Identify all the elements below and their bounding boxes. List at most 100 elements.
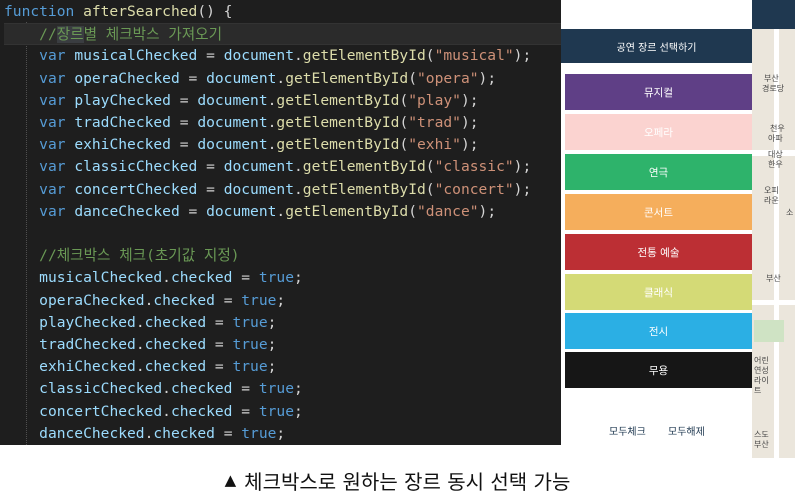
code-token: true (258, 380, 294, 398)
code-line[interactable]: var musicalChecked = document.getElement… (4, 45, 531, 67)
code-token: ( (425, 47, 435, 65)
code-line[interactable]: //장르별 체크박스 가져오기 (4, 23, 561, 46)
code-token: classicChecked (39, 380, 163, 398)
code-token: operaChecked (39, 291, 145, 309)
caption-text: 체크박스로 원하는 장르 동시 선택 가능 (244, 469, 571, 494)
code-token: = (232, 269, 259, 287)
code-token: getElementById (276, 136, 400, 154)
code-line[interactable]: classicChecked.checked = true; (4, 378, 303, 400)
code-token: ( (408, 202, 418, 220)
code-token: . (162, 402, 171, 420)
map-label: 라운 (764, 196, 779, 205)
code-token: tradChecked (74, 114, 171, 131)
code-token: . (293, 158, 303, 176)
code-token: ); (513, 47, 532, 65)
code-token: "play" (408, 91, 461, 109)
code-line[interactable]: concertChecked.checked = true; (4, 401, 303, 423)
genre-button[interactable]: 뮤지컬 (565, 74, 752, 110)
code-token: . (276, 202, 286, 220)
code-token: ; (276, 424, 286, 442)
code-line[interactable]: var classicChecked = document.getElement… (4, 156, 531, 178)
code-line[interactable]: operaChecked.checked = true; (4, 290, 285, 312)
caption: ▲ 체크박스로 원하는 장르 동시 선택 가능 (0, 460, 795, 500)
map-label: 한우 (768, 160, 783, 169)
code-editor[interactable]: function afterSearched() { //장르별 체크박스 가져… (0, 0, 561, 445)
code-token: = (232, 402, 259, 420)
map-label: 트 (754, 386, 762, 395)
code-line[interactable]: playChecked.checked = true; (4, 312, 276, 334)
check-all-button[interactable]: 모두체크 (609, 423, 646, 438)
code-token: getElementById (302, 158, 426, 176)
code-token: . (135, 358, 145, 376)
code-token: 장르 (56, 26, 84, 44)
code-token: "exhi" (408, 136, 461, 154)
code-token: = (206, 313, 233, 331)
genre-button[interactable]: 무용 (565, 352, 752, 388)
code-token: var (39, 47, 75, 65)
map-label: 아파 (768, 134, 783, 143)
code-token: tradChecked (39, 336, 136, 353)
map-label: 라이 (754, 376, 769, 385)
code-token: concertChecked (39, 402, 163, 420)
code-token: playChecked (39, 313, 136, 331)
code-line[interactable]: //체크박스 체크(초기값 지정) (4, 245, 239, 267)
code-token: ( (425, 180, 435, 198)
genre-button[interactable]: 전통 예술 (565, 234, 752, 270)
map-label: 대상 (768, 150, 783, 159)
code-token: = (197, 158, 224, 176)
code-token: var (39, 91, 75, 109)
genre-button[interactable]: 연극 (565, 154, 752, 190)
code-token: playChecked (74, 91, 171, 109)
code-token: danceChecked (39, 424, 145, 442)
map-label: 소 (786, 208, 794, 217)
uncheck-all-button[interactable]: 모두해제 (668, 423, 705, 438)
code-token: () { (197, 3, 233, 20)
code-token: ; (267, 358, 277, 376)
triangle-up-icon: ▲ (224, 471, 237, 489)
code-line[interactable]: function afterSearched() { (4, 1, 232, 23)
code-token: exhiChecked (39, 358, 136, 376)
code-token: true (232, 313, 268, 331)
code-token: checked (144, 336, 207, 353)
code-token: . (162, 269, 171, 287)
map-view[interactable]: 부산 경로당 천우 아파 대상 한우 오피 라운 소 부산 어린 연성 라이 트 스도 부산 (752, 0, 795, 458)
code-line[interactable]: danceChecked.checked = true; (4, 423, 285, 445)
code-token: ); (478, 202, 497, 220)
code-line[interactable]: var concertChecked = document.getElement… (4, 179, 531, 201)
genre-button[interactable]: 오페라 (565, 114, 752, 150)
code-token: true (241, 424, 277, 442)
code-line[interactable]: musicalChecked.checked = true; (4, 267, 303, 289)
code-line[interactable]: var playChecked = document.getElementByI… (4, 90, 478, 112)
code-token: true (232, 336, 268, 353)
code-token: = (170, 91, 198, 109)
code-token: checked (144, 358, 207, 376)
map-topbar (752, 0, 795, 29)
code-line[interactable]: tradChecked.checked = true; (4, 334, 276, 356)
code-token: getElementById (276, 114, 400, 131)
code-token: getElementById (302, 47, 426, 65)
genre-button[interactable]: 전시 (565, 313, 752, 349)
code-token: = (170, 114, 198, 131)
map-label: 부산 (766, 274, 781, 283)
code-line[interactable]: var operaChecked = document.getElementBy… (4, 68, 496, 90)
code-line[interactable]: var tradChecked = document.getElementByI… (4, 112, 478, 134)
code-token: checked (170, 380, 233, 398)
code-token: checked (170, 269, 233, 287)
code-token: document (197, 91, 268, 109)
genre-button[interactable]: 클래식 (565, 274, 752, 310)
code-token: classicChecked (74, 158, 198, 176)
code-line[interactable]: exhiChecked.checked = true; (4, 356, 276, 378)
genre-button[interactable]: 콘서트 (565, 194, 752, 230)
code-line[interactable]: var exhiChecked = document.getElementByI… (4, 134, 478, 156)
code-line[interactable]: var danceChecked = document.getElementBy… (4, 201, 496, 223)
code-token: checked (170, 402, 233, 420)
code-token: . (135, 313, 145, 331)
code-token: function (4, 3, 84, 20)
